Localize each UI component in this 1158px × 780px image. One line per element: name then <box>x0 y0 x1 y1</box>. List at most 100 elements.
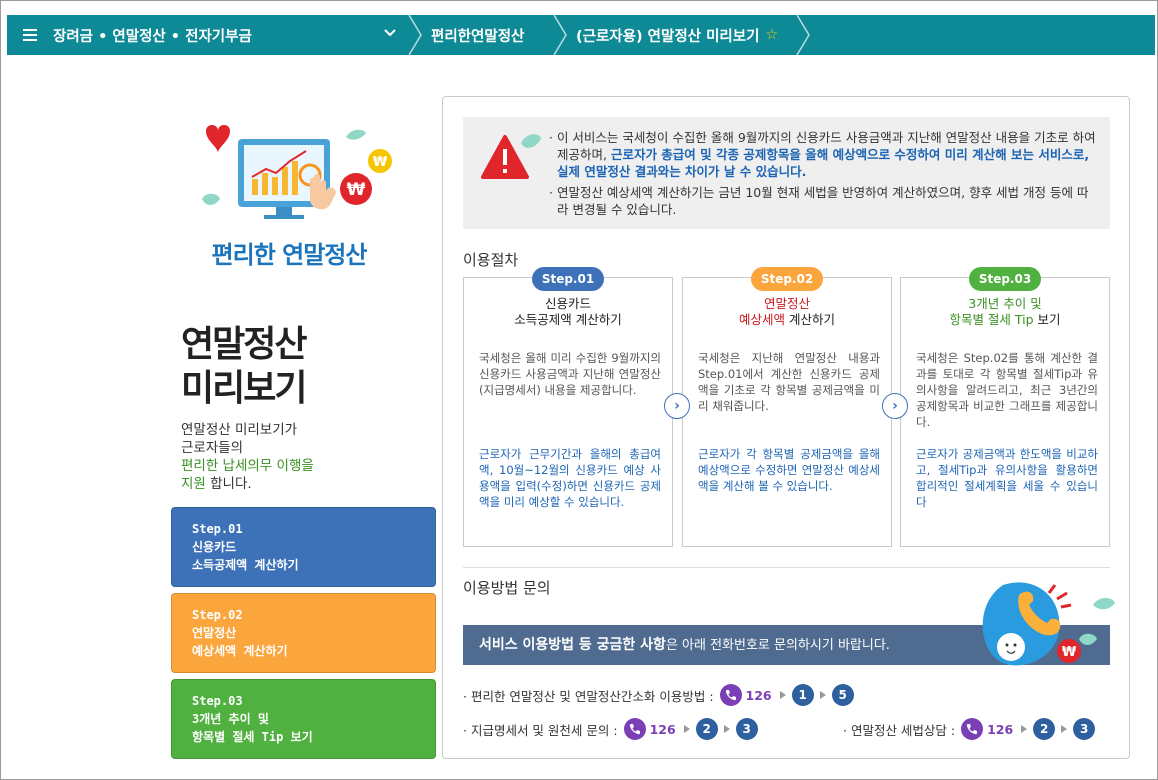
banner-highlight: 서비스 이용방법 등 궁금한 사항 <box>479 637 666 653</box>
contact3-option-b: 3 <box>1073 718 1096 740</box>
step2-card-desc: 국세청은 지난해 연말정산 내용과 Step.01에서 계산한 신용카드 공제액… <box>698 351 880 413</box>
page-description: 연말정산 미리보기가 근로자들의 편리한 납세의무 이행을 지원 합니다. <box>181 421 314 493</box>
svg-text:₩: ₩ <box>373 155 388 170</box>
svg-text:₩: ₩ <box>1062 645 1077 660</box>
page-title-line2: 미리보기 <box>181 368 307 409</box>
section-divider <box>463 567 1110 568</box>
step1-button[interactable]: Step.01 신용카드 소득공제액 계산하기 <box>171 507 436 587</box>
step1-card-title: 신용카드 소득공제액 계산하기 <box>464 296 672 328</box>
desc-line4-rest: 합니다. <box>205 476 252 492</box>
arrow-right-icon <box>1021 725 1028 733</box>
step1-title-line2: 소득공제액 계산하기 <box>514 312 622 327</box>
contact1-label: · 편리한 연말정산 및 연말정산간소화 이용방법 : <box>463 688 714 704</box>
step2-card-note: 근로자가 각 항목별 공제금액을 올해예상액으로 수정하면 연말정산 예상세액을… <box>698 447 880 493</box>
step1-card-note: 근로자가 근무기간과 올해의 총급여액, 10월~12월의 신용카드 예상 사용… <box>479 447 661 509</box>
notice-paragraph-1: · 이 서비스는 국세청이 수집한 올해 9월까지의 신용카드 사용금액과 지난… <box>549 129 1099 180</box>
inquiry-section-title: 이용방법 문의 <box>463 579 551 597</box>
contact1-option-a: 1 <box>791 684 814 706</box>
arrow-right-icon <box>1061 725 1068 733</box>
contact2-option-b: 3 <box>735 718 758 740</box>
phone-call-illustration-icon: ₩ <box>982 582 1115 666</box>
contact1-number: 126 <box>745 687 772 703</box>
warning-icon <box>481 134 541 179</box>
step2-title-line2: 예상세액 계산하기 <box>683 312 891 328</box>
contact3-label: · 연말정산 세법상담 : <box>843 722 956 738</box>
arrow-right-icon <box>779 691 786 699</box>
step2-title-line1: 연말정산 <box>763 296 810 311</box>
step1-pill: Step.01 <box>532 267 604 291</box>
notice-paragraph-2: · 연말정산 예상세액 계산하기는 금년 10월 현재 세법을 반영하여 계산하… <box>549 185 1089 217</box>
step1-line2: 신용카드 <box>192 540 237 554</box>
step3-title-highlight: 항목별 절세 Tip <box>949 312 1034 327</box>
step2-button[interactable]: Step.02 연말정산 예상세액 계산하기 <box>171 593 436 673</box>
desc-line2: 근로자들의 <box>181 440 244 456</box>
step3-card-note: 근로자가 공제금액과 한도액을 비교하고, 절세Tip과 유의사항을 활용하면 … <box>916 447 1098 509</box>
contact1-option-b: 5 <box>831 684 854 706</box>
monitor-chart-illustration-icon: ₩ ₩ <box>202 125 392 219</box>
arrow-right-icon <box>819 691 826 699</box>
phone-icon <box>719 684 742 706</box>
step2-line2: 연말정산 <box>192 626 237 640</box>
step3-title-line2: 항목별 절세 Tip 보기 <box>901 312 1109 328</box>
step3-card-title: 3개년 추이 및 항목별 절세 Tip 보기 <box>901 296 1109 328</box>
nav-menu-category[interactable]: 장려금 • 연말정산 • 전자기부금 <box>7 15 409 55</box>
step3-label: Step.03 <box>192 694 243 708</box>
step3-pill: Step.03 <box>969 267 1041 291</box>
contact2-number: 126 <box>649 721 676 737</box>
step2-label: Step.02 <box>192 608 243 622</box>
contact3-number: 126 <box>987 721 1014 737</box>
chevron-down-icon[interactable] <box>383 26 397 40</box>
step1-line3: 소득공제액 계산하기 <box>192 558 299 572</box>
step3-title-rest: 보기 <box>1033 312 1061 327</box>
contact-easy-settlement: · 편리한 연말정산 및 연말정산간소화 이용방법 : 126 1 5 <box>463 684 858 706</box>
main-content-panel: · 이 서비스는 국세청이 수집한 올해 9월까지의 신용카드 사용금액과 지난… <box>442 96 1130 759</box>
step3-title-line1: 3개년 추이 및 <box>968 296 1042 311</box>
breadcrumb-item-easy-settlement[interactable]: 편리한연말정산 <box>409 15 554 55</box>
breadcrumb-item-current[interactable]: (근로자용) 연말정산 미리보기 ☆ <box>554 15 778 55</box>
page-title: 연말정산 미리보기 <box>181 323 307 411</box>
contact-tax-consult: · 연말정산 세법상담 : 126 2 3 <box>843 718 1099 740</box>
notice-text: · 이 서비스는 국세청이 수집한 올해 9월까지의 신용카드 사용금액과 지난… <box>549 129 1099 218</box>
next-arrow-icon[interactable]: › <box>882 393 908 419</box>
top-nav-bar: 장려금 • 연말정산 • 전자기부금 편리한연말정산 (근로자용) 연말정산 미… <box>7 15 1155 55</box>
notice-p1-highlight: 근로자가 총급여 및 각종 공제항목을 올해 예상액으로 수정하여 미리 계산해… <box>557 147 1090 179</box>
breadcrumb-label: 편리한연말정산 <box>431 28 525 45</box>
step1-label: Step.01 <box>192 522 243 536</box>
step3-button[interactable]: Step.03 3개년 추이 및 항목별 절세 Tip 보기 <box>171 679 436 759</box>
desc-line4: 지원 합니다. <box>181 475 314 493</box>
contact-withholding: · 지급명세서 및 원천세 문의 : 126 2 3 <box>463 718 762 740</box>
contact3-option-a: 2 <box>1033 718 1056 740</box>
arrow-right-icon <box>683 725 690 733</box>
notice-box: · 이 서비스는 국세청이 수집한 올해 9월까지의 신용카드 사용금액과 지난… <box>463 117 1110 229</box>
breadcrumb-separator-icon <box>796 15 810 55</box>
contact2-label: · 지급명세서 및 원천세 문의 : <box>463 722 618 738</box>
breadcrumb-current-label: (근로자용) 연말정산 미리보기 <box>576 28 760 45</box>
step1-title-line1: 신용카드 <box>544 296 591 311</box>
step3-line2: 3개년 추이 및 <box>192 712 269 726</box>
step3-card: Step.03 3개년 추이 및 항목별 절세 Tip 보기 국세청은 Step… <box>900 267 1110 547</box>
hero-title: 편리한 연말정산 <box>211 241 368 269</box>
step1-card-desc: 국세청은 올해 미리 수집한 9월까지의 신용카드 사용금액과 지난해 연말정산… <box>479 351 661 397</box>
phone-icon <box>623 718 646 740</box>
next-arrow-icon[interactable]: › <box>664 393 690 419</box>
contact2-option-a: 2 <box>695 718 718 740</box>
phone-icon <box>961 718 984 740</box>
step2-pill: Step.02 <box>751 267 823 291</box>
desc-line4-green: 지원 <box>181 476 206 492</box>
step2-card: Step.02 연말정산 예상세액 계산하기 국세청은 지난해 연말정산 내용과… <box>682 267 892 547</box>
nav-category-label: 장려금 • 연말정산 • 전자기부금 <box>53 28 252 45</box>
hamburger-icon[interactable] <box>23 29 37 41</box>
banner-text: 은 아래 전화번호로 문의하시기 바랍니다. <box>665 638 890 653</box>
desc-line3: 편리한 납세의무 이행을 <box>181 458 314 474</box>
desc-line1: 연말정산 미리보기가 <box>181 422 298 438</box>
step3-card-desc: 국세청은 Step.02를 통해 계산한 결과를 토대로 각 항목별 절세Tip… <box>916 351 1098 429</box>
procedure-section-title: 이용절차 <box>463 251 519 269</box>
step2-line3: 예상세액 계산하기 <box>192 644 288 658</box>
page-title-line1: 연말정산 <box>181 324 307 365</box>
step2-title-rest: 계산하기 <box>785 312 835 327</box>
step1-card: Step.01 신용카드 소득공제액 계산하기 국세청은 올해 미리 수집한 9… <box>463 267 673 547</box>
step2-card-title: 연말정산 예상세액 계산하기 <box>683 296 891 328</box>
star-favorite-icon[interactable]: ☆ <box>765 27 778 43</box>
arrow-right-icon <box>723 725 730 733</box>
step3-line3: 항목별 절세 Tip 보기 <box>192 730 313 744</box>
